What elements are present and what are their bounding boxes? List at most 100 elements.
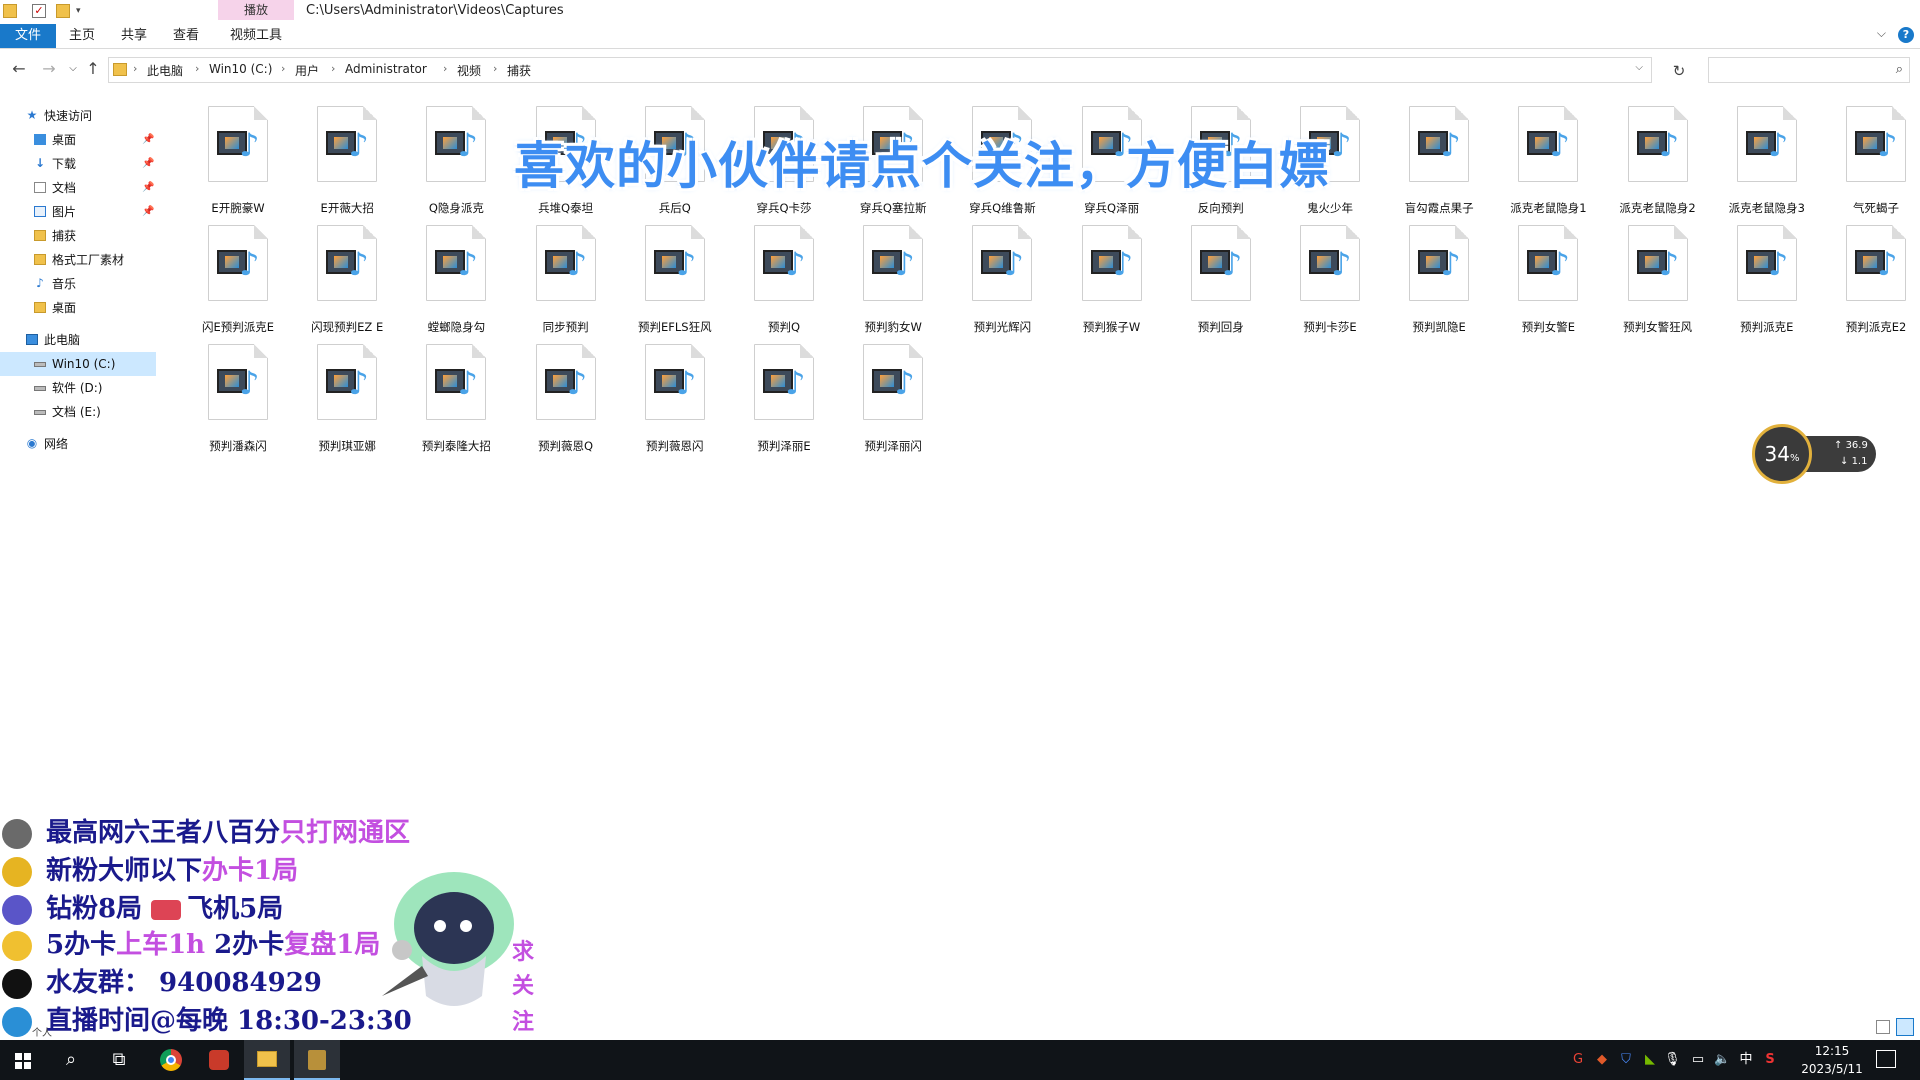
breadcrumb-users[interactable]: 用户	[295, 62, 319, 79]
large-icons-view-icon[interactable]	[1896, 1018, 1914, 1036]
search-icon[interactable]: ⌕	[1896, 62, 1903, 77]
performance-meter[interactable]: 34% ↑ 36.9 ↓ 1.1	[1752, 424, 1878, 488]
sidebar-item[interactable]: ★ 快速访问	[0, 104, 156, 128]
file-item[interactable]: ♪ 闪E预判派克E	[186, 223, 290, 341]
breadcrumb-administrator[interactable]: Administrator	[345, 62, 427, 76]
sidebar-item[interactable]: Win10 (C:)	[0, 352, 156, 376]
sidebar-item[interactable]: ↓ 下载 📌	[0, 152, 156, 176]
customize-toolbar-icon[interactable]: ▾	[76, 4, 90, 18]
file-item[interactable]: ♪ 预判薇恩闪	[623, 342, 727, 460]
sidebar-item[interactable]: 图片 📌	[0, 200, 156, 224]
file-item[interactable]: ♪ 同步预判	[514, 223, 618, 341]
help-icon[interactable]: ?	[1898, 27, 1914, 43]
file-item[interactable]: ♪ 盲勾霞点果子	[1387, 104, 1491, 222]
tray-network-icon[interactable]: ▭	[1690, 1052, 1706, 1068]
sidebar-item[interactable]: 软件 (D:)	[0, 376, 156, 400]
breadcrumb-drive-c[interactable]: Win10 (C:)	[209, 62, 272, 76]
sidebar-item[interactable]: 桌面 📌	[0, 128, 156, 152]
tray-volume-icon[interactable]: 🔈	[1714, 1052, 1730, 1068]
breadcrumb-this-pc[interactable]: 此电脑	[147, 62, 183, 79]
sidebar-item[interactable]: 文档 📌	[0, 176, 156, 200]
file-item[interactable]: ♪ 预判豹女W	[841, 223, 945, 341]
address-bar[interactable]: › 此电脑 › Win10 (C:) › 用户 › Administrator …	[108, 57, 1652, 83]
file-item[interactable]: ♪ 预判潘森闪	[186, 342, 290, 460]
breadcrumb-separator-icon[interactable]: ›	[133, 62, 137, 75]
up-button[interactable]: ↑	[82, 59, 104, 78]
recent-locations-chevron-icon[interactable]: ⌵	[62, 63, 84, 74]
file-item[interactable]: ♪ 预判凯隐E	[1387, 223, 1491, 341]
tab-home[interactable]: 主页	[58, 24, 106, 48]
breadcrumb-separator-icon[interactable]: ›	[331, 62, 335, 75]
chrome-icon[interactable]	[148, 1040, 194, 1080]
tab-share[interactable]: 共享	[110, 24, 158, 48]
tab-video-tools[interactable]: 视频工具	[218, 24, 294, 48]
file-item[interactable]: ♪ 派克老鼠隐身3	[1715, 104, 1819, 222]
back-button[interactable]: ←	[8, 59, 30, 78]
file-item[interactable]: ♪ 预判女警E	[1496, 223, 1600, 341]
file-item[interactable]: ♪ 闪现预判EZ E	[295, 223, 399, 341]
tray-mic-icon[interactable]: 🎙	[1664, 1052, 1681, 1068]
sidebar-item[interactable]: 文档 (E:)	[0, 400, 156, 424]
file-item[interactable]: ♪ 预判泽丽闪	[841, 342, 945, 460]
sidebar-item[interactable]: ◉ 网络	[0, 432, 156, 456]
tray-ime-indicator[interactable]: 中	[1738, 1052, 1754, 1068]
forward-button[interactable]: →	[38, 59, 60, 78]
file-item[interactable]: ♪ 气死蝎子	[1824, 104, 1920, 222]
context-tab-play[interactable]: 播放	[218, 0, 294, 20]
breadcrumb-separator-icon[interactable]: ›	[493, 62, 497, 75]
search-input[interactable]: ⌕	[1708, 57, 1910, 83]
game-app-icon[interactable]	[196, 1040, 242, 1080]
sidebar-item[interactable]: 桌面	[0, 296, 156, 320]
sidebar-item[interactable]: 格式工厂素材	[0, 248, 156, 272]
file-item[interactable]: ♪ 预判猴子W	[1060, 223, 1164, 341]
file-item[interactable]: ♪ E开腕豪W	[186, 104, 290, 222]
start-button[interactable]	[0, 1040, 46, 1080]
tray-sogou-icon[interactable]: S	[1762, 1052, 1778, 1068]
file-item[interactable]: ♪ 派克老鼠隐身1	[1496, 104, 1600, 222]
file-item[interactable]: ♪ 预判光辉闪	[950, 223, 1054, 341]
file-item[interactable]: ♪ E开薇大招	[295, 104, 399, 222]
breadcrumb-separator-icon[interactable]: ›	[281, 62, 285, 75]
breadcrumb-captures[interactable]: 捕获	[507, 62, 531, 79]
file-item[interactable]: ♪ 预判泰隆大招	[404, 342, 508, 460]
file-item[interactable]: ♪ 预判派克E	[1715, 223, 1819, 341]
ribbon-expand-chevron-icon[interactable]: ⌵	[1877, 26, 1886, 41]
breadcrumb-separator-icon[interactable]: ›	[443, 62, 447, 75]
taskbar-search-icon[interactable]: ⌕	[48, 1040, 94, 1080]
address-dropdown-chevron-icon[interactable]: ⌵	[1635, 62, 1643, 73]
quick-access-folder-icon[interactable]	[3, 4, 17, 18]
clock-time[interactable]: 12:15	[1802, 1044, 1862, 1058]
tray-shield-icon[interactable]: ⛉	[1618, 1052, 1634, 1068]
file-item[interactable]: ♪ 预判薇恩Q	[514, 342, 618, 460]
file-item[interactable]: ♪ Q隐身派克	[404, 104, 508, 222]
tab-file[interactable]: 文件	[0, 24, 56, 48]
tray-nvidia-icon[interactable]: ◣	[1642, 1052, 1658, 1068]
file-item[interactable]: ♪ 预判回身	[1169, 223, 1273, 341]
file-explorer-icon[interactable]	[244, 1040, 290, 1080]
file-item[interactable]: ♪ 派克老鼠隐身2	[1606, 104, 1710, 222]
new-folder-icon[interactable]	[56, 4, 70, 18]
properties-icon[interactable]: ✓	[32, 4, 46, 18]
breadcrumb-videos[interactable]: 视频	[457, 62, 481, 79]
sidebar-item[interactable]: ♪ 音乐	[0, 272, 156, 296]
breadcrumb-separator-icon[interactable]: ›	[195, 62, 199, 75]
file-item[interactable]: ♪ 预判女警狂风	[1606, 223, 1710, 341]
file-item[interactable]: ♪ 预判卡莎E	[1278, 223, 1382, 341]
file-item[interactable]: ♪ 预判琪亚娜	[295, 342, 399, 460]
file-item[interactable]: ♪ 预判泽丽E	[732, 342, 836, 460]
sidebar-item[interactable]: 此电脑	[0, 328, 156, 352]
pin-icon[interactable]: 📌	[142, 152, 154, 176]
file-item[interactable]: ♪ 预判派克E2	[1824, 223, 1920, 341]
details-view-icon[interactable]	[1876, 1020, 1890, 1034]
sidebar-item[interactable]: 捕获	[0, 224, 156, 248]
task-view-icon[interactable]: ⧉	[96, 1040, 142, 1080]
pin-icon[interactable]: 📌	[142, 200, 154, 224]
file-item[interactable]: ♪ 预判Q	[732, 223, 836, 341]
file-item[interactable]: ♪ 螳螂隐身勾	[404, 223, 508, 341]
tray-google-icon[interactable]: G	[1570, 1052, 1586, 1068]
pin-icon[interactable]: 📌	[142, 128, 154, 152]
pin-icon[interactable]: 📌	[142, 176, 154, 200]
file-item[interactable]: ♪ 预判EFLS狂风	[623, 223, 727, 341]
clock-date[interactable]: 2023/5/11	[1796, 1062, 1868, 1076]
refresh-button[interactable]: ↻	[1666, 58, 1692, 84]
